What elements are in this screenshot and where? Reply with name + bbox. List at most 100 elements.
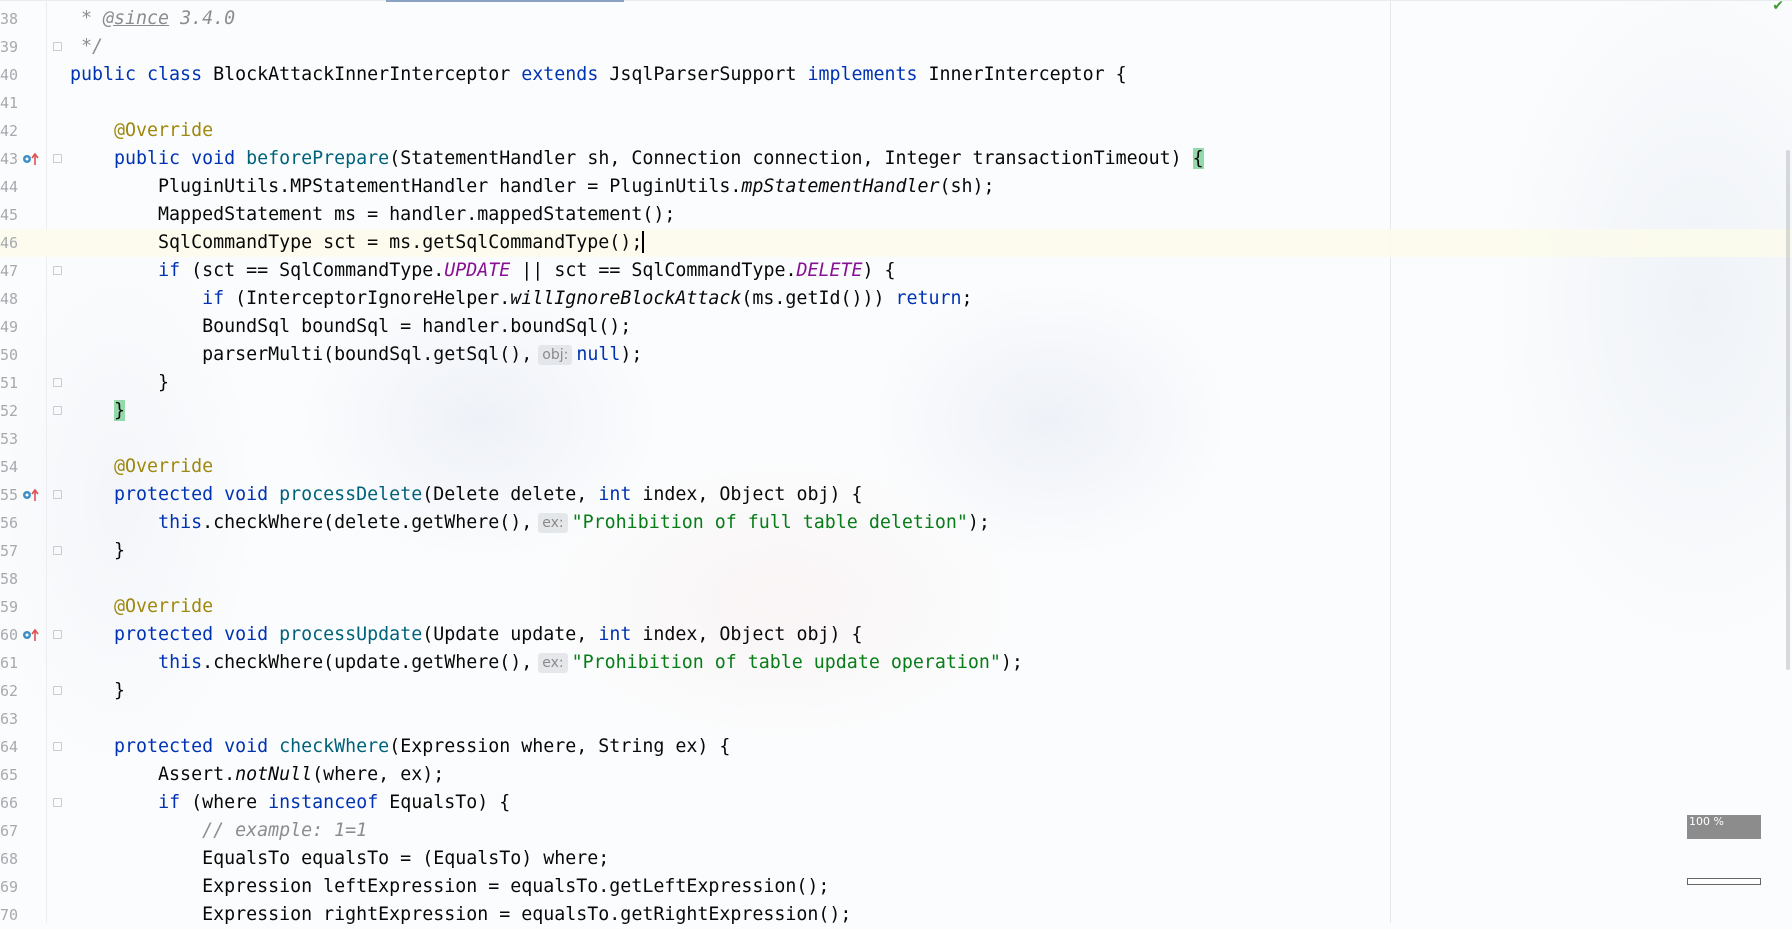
code-line[interactable]: 43 public void beforePrepare(StatementHa…: [0, 145, 1792, 173]
code-line[interactable]: 41: [0, 89, 1792, 117]
fold-toggle-icon[interactable]: [53, 42, 62, 51]
code-line[interactable]: 51 }: [0, 369, 1792, 397]
code-token: Expression rightExpression = equalsTo.ge…: [70, 904, 852, 925]
implements-method-icon[interactable]: [22, 152, 40, 166]
line-number[interactable]: 55: [0, 481, 18, 509]
code-line[interactable]: 63: [0, 705, 1792, 733]
code-token: protected void: [114, 736, 280, 757]
code-line[interactable]: 40 public class BlockAttackInnerIntercept…: [0, 61, 1792, 89]
fold-toggle-icon[interactable]: [53, 490, 62, 499]
line-number[interactable]: 56: [0, 509, 18, 537]
code-line[interactable]: 64 protected void checkWhere(Expression …: [0, 733, 1792, 761]
code-token: UPDATE: [444, 260, 511, 281]
code-token: if: [158, 260, 192, 281]
code-line[interactable]: 42 @Override: [0, 117, 1792, 145]
code-token: EqualsTo equalsTo = (EqualsTo) where;: [70, 848, 610, 869]
line-number[interactable]: 43: [0, 145, 18, 173]
code-line[interactable]: 53: [0, 425, 1792, 453]
code-line[interactable]: 55 protected void processDelete(Delete d…: [0, 481, 1792, 509]
fold-toggle-icon[interactable]: [53, 686, 62, 695]
line-number[interactable]: 41: [0, 89, 18, 117]
fold-toggle-icon[interactable]: [53, 266, 62, 275]
line-number[interactable]: 59: [0, 593, 18, 621]
code-line[interactable]: 50 parserMulti(boundSql.getSql(), obj: nul…: [0, 341, 1792, 369]
line-number[interactable]: 65: [0, 761, 18, 789]
code-line[interactable]: 47 if (sct == SqlCommandType.UPDATE || s…: [0, 257, 1792, 285]
fold-toggle-icon[interactable]: [53, 798, 62, 807]
line-number[interactable]: 69: [0, 873, 18, 901]
code-line[interactable]: 67 // example: 1=1: [0, 817, 1792, 845]
line-number[interactable]: 53: [0, 425, 18, 453]
line-number[interactable]: 62: [0, 677, 18, 705]
code-line[interactable]: 68 EqualsTo equalsTo = (EqualsTo) where;: [0, 845, 1792, 873]
line-number[interactable]: 54: [0, 453, 18, 481]
fold-toggle-icon[interactable]: [53, 378, 62, 387]
implements-method-icon[interactable]: [22, 628, 40, 642]
code-line[interactable]: 69 Expression leftExpression = equalsTo.…: [0, 873, 1792, 901]
line-number[interactable]: 50: [0, 341, 18, 369]
code-line[interactable]: 52 }: [0, 397, 1792, 425]
line-number[interactable]: 49: [0, 313, 18, 341]
code-line[interactable]: 61 this.checkWhere(update.getWhere(), ex:…: [0, 649, 1792, 677]
line-number[interactable]: 60: [0, 621, 18, 649]
line-number[interactable]: 38: [0, 5, 18, 33]
code-line[interactable]: 46 SqlCommandType sct = ms.getSqlCommand…: [0, 229, 1792, 257]
code-token: beforePrepare: [246, 148, 390, 169]
code-token: notNull: [235, 764, 313, 785]
code-line[interactable]: 44 PluginUtils.MPStatementHandler handle…: [0, 173, 1792, 201]
code-line[interactable]: 39 */: [0, 33, 1792, 61]
line-number[interactable]: 66: [0, 789, 18, 817]
code-token: @Override: [114, 596, 214, 617]
line-number[interactable]: 61: [0, 649, 18, 677]
code-token: (sh);: [939, 176, 995, 197]
line-number[interactable]: 48: [0, 285, 18, 313]
code-line[interactable]: 56 this.checkWhere(delete.getWhere(), ex:…: [0, 509, 1792, 537]
code-line[interactable]: 62 }: [0, 677, 1792, 705]
fold-toggle-icon[interactable]: [53, 630, 62, 639]
active-tab-indicator[interactable]: [386, 0, 624, 2]
code-line[interactable]: 66 if (where instanceof EqualsTo) {: [0, 789, 1792, 817]
code-line[interactable]: 70 Expression rightExpression = equalsTo…: [0, 901, 1792, 929]
fold-toggle-icon[interactable]: [53, 742, 62, 751]
fold-toggle-icon[interactable]: [53, 406, 62, 415]
code-line[interactable]: 57 }: [0, 537, 1792, 565]
code-line[interactable]: 54 @Override: [0, 453, 1792, 481]
fold-toggle-icon[interactable]: [53, 546, 62, 555]
code-line[interactable]: 60 protected void processUpdate(Update u…: [0, 621, 1792, 649]
line-number[interactable]: 44: [0, 173, 18, 201]
code-line[interactable]: 48 if (InterceptorIgnoreHelper.willIgnor…: [0, 285, 1792, 313]
line-number[interactable]: 47: [0, 257, 18, 285]
line-number[interactable]: 40: [0, 61, 18, 89]
line-number[interactable]: 58: [0, 565, 18, 593]
vertical-scrollbar[interactable]: [1786, 150, 1790, 670]
line-number[interactable]: 51: [0, 369, 18, 397]
code-line[interactable]: 38 * @since 3.4.0: [0, 5, 1792, 33]
line-number[interactable]: 46: [0, 229, 18, 257]
line-number[interactable]: 52: [0, 397, 18, 425]
line-number[interactable]: 42: [0, 117, 18, 145]
line-number[interactable]: 63: [0, 705, 18, 733]
code-token: BoundSql boundSql = handler.boundSql();: [70, 316, 632, 337]
code-text: @Override: [70, 453, 213, 481]
line-number[interactable]: 39: [0, 33, 18, 61]
code-line[interactable]: 45 MappedStatement ms = handler.mappedSt…: [0, 201, 1792, 229]
code-line[interactable]: 49 BoundSql boundSql = handler.boundSql(…: [0, 313, 1792, 341]
line-number[interactable]: 64: [0, 733, 18, 761]
line-number[interactable]: 57: [0, 537, 18, 565]
implements-method-icon[interactable]: [22, 488, 40, 502]
code-line[interactable]: 59 @Override: [0, 593, 1792, 621]
fold-toggle-icon[interactable]: [53, 154, 62, 163]
code-line[interactable]: 65 Assert.notNull(where, ex);: [0, 761, 1792, 789]
code-text: SqlCommandType sct = ms.getSqlCommandTyp…: [70, 229, 645, 257]
code-token: || sct == SqlCommandType.: [510, 260, 797, 281]
line-number[interactable]: 45: [0, 201, 18, 229]
code-line[interactable]: 58: [0, 565, 1792, 593]
line-number[interactable]: 70: [0, 901, 18, 929]
line-number[interactable]: 67: [0, 817, 18, 845]
code-token: MappedStatement ms = handler.mappedState…: [70, 204, 676, 225]
line-number[interactable]: 68: [0, 845, 18, 873]
